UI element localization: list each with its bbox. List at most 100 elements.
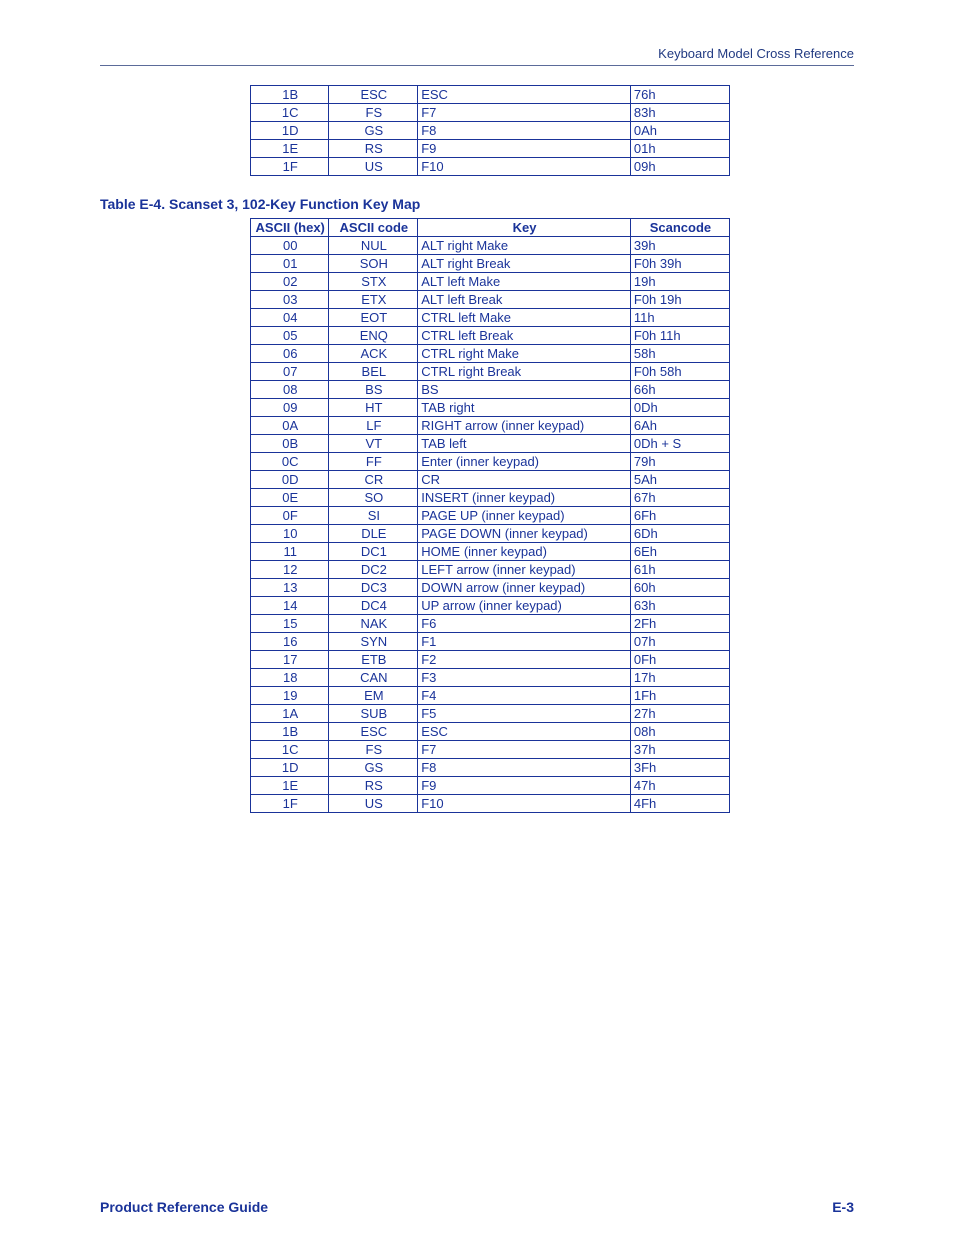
cell-code: SUB <box>329 705 418 723</box>
cell-scan: 37h <box>630 741 729 759</box>
cell-ascii: 12 <box>251 561 329 579</box>
cell-key: DOWN arrow (inner keypad) <box>418 579 631 597</box>
th-ascii-hex: ASCII (hex) <box>251 219 329 237</box>
cell-code: STX <box>329 273 418 291</box>
cell-scan: 60h <box>630 579 729 597</box>
cell-key: F5 <box>418 705 631 723</box>
cell-ascii: 17 <box>251 651 329 669</box>
table-row: 10DLEPAGE DOWN (inner keypad)6Dh <box>251 525 730 543</box>
cell-code: NAK <box>329 615 418 633</box>
caption-sep: . <box>161 196 169 212</box>
table-row: 0FSIPAGE UP (inner keypad)6Fh <box>251 507 730 525</box>
table-row: 13DC3DOWN arrow (inner keypad)60h <box>251 579 730 597</box>
main-table: ASCII (hex) ASCII code Key Scancode 00NU… <box>250 218 730 813</box>
cell-code: US <box>329 795 418 813</box>
cell-ascii: 03 <box>251 291 329 309</box>
cell-code: GS <box>329 122 418 140</box>
cell-code: DC4 <box>329 597 418 615</box>
table-row: 0DCRCR5Ah <box>251 471 730 489</box>
cell-key: ALT right Make <box>418 237 631 255</box>
cell-key: CTRL right Break <box>418 363 631 381</box>
cell-key: BS <box>418 381 631 399</box>
cell-key: TAB left <box>418 435 631 453</box>
cell-code: SOH <box>329 255 418 273</box>
cell-key: HOME (inner keypad) <box>418 543 631 561</box>
table-row: 11DC1HOME (inner keypad)6Eh <box>251 543 730 561</box>
table-row: 1ERSF947h <box>251 777 730 795</box>
cell-code: DLE <box>329 525 418 543</box>
cell-code: ETB <box>329 651 418 669</box>
table-row: 04EOTCTRL left Make11h <box>251 309 730 327</box>
cell-key: F9 <box>418 140 631 158</box>
table-row: 01SOHALT right BreakF0h 39h <box>251 255 730 273</box>
cell-scan: 5Ah <box>630 471 729 489</box>
cell-scan: 27h <box>630 705 729 723</box>
cell-scan: 19h <box>630 273 729 291</box>
running-head-text: Keyboard Model Cross Reference <box>658 46 854 61</box>
table-row: 1FUSF1009h <box>251 158 730 176</box>
cell-code: RS <box>329 777 418 795</box>
cell-code: FS <box>329 104 418 122</box>
cell-key: F2 <box>418 651 631 669</box>
table-row: 1CFSF783h <box>251 104 730 122</box>
cell-ascii: 1B <box>251 723 329 741</box>
cell-scan: 1Fh <box>630 687 729 705</box>
cell-code: EM <box>329 687 418 705</box>
footer-left: Product Reference Guide <box>100 1199 268 1215</box>
cell-ascii: 1F <box>251 158 329 176</box>
cell-ascii: 13 <box>251 579 329 597</box>
cell-code: SYN <box>329 633 418 651</box>
table-row: 03ETXALT left BreakF0h 19h <box>251 291 730 309</box>
cell-ascii: 16 <box>251 633 329 651</box>
cell-ascii: 15 <box>251 615 329 633</box>
cell-ascii: 1D <box>251 122 329 140</box>
cell-code: DC3 <box>329 579 418 597</box>
table-row: 1ASUBF527h <box>251 705 730 723</box>
table-caption: Table E-4. Scanset 3, 102-Key Function K… <box>100 196 854 212</box>
cell-ascii: 00 <box>251 237 329 255</box>
table-number: Table E-4 <box>100 196 161 212</box>
cell-ascii: 0C <box>251 453 329 471</box>
cell-ascii: 1A <box>251 705 329 723</box>
table-row: 1DGSF83Fh <box>251 759 730 777</box>
cell-ascii: 19 <box>251 687 329 705</box>
cell-ascii: 04 <box>251 309 329 327</box>
cell-scan: 39h <box>630 237 729 255</box>
cell-code: ETX <box>329 291 418 309</box>
main-table-wrap: ASCII (hex) ASCII code Key Scancode 00NU… <box>250 218 730 813</box>
cell-ascii: 01 <box>251 255 329 273</box>
cell-scan: 6Ah <box>630 417 729 435</box>
cell-scan: 3Fh <box>630 759 729 777</box>
table-row: 1BESCESC08h <box>251 723 730 741</box>
table-row: 1DGSF80Ah <box>251 122 730 140</box>
cell-code: DC2 <box>329 561 418 579</box>
table-row: 0ESOINSERT (inner keypad)67h <box>251 489 730 507</box>
cell-ascii: 14 <box>251 597 329 615</box>
cell-ascii: 1E <box>251 140 329 158</box>
cell-code: VT <box>329 435 418 453</box>
cell-code: ENQ <box>329 327 418 345</box>
cell-code: FF <box>329 453 418 471</box>
table-row: 12DC2LEFT arrow (inner keypad)61h <box>251 561 730 579</box>
table-row: 17ETBF20Fh <box>251 651 730 669</box>
th-ascii-code: ASCII code <box>329 219 418 237</box>
cell-ascii: 0D <box>251 471 329 489</box>
table-row: 19EMF41Fh <box>251 687 730 705</box>
cell-code: RS <box>329 140 418 158</box>
table-row: 05ENQCTRL left BreakF0h 11h <box>251 327 730 345</box>
table-row: 1ERSF901h <box>251 140 730 158</box>
cell-ascii: 18 <box>251 669 329 687</box>
table-row: 02STXALT left Make19h <box>251 273 730 291</box>
cell-scan: 08h <box>630 723 729 741</box>
caption-title: Scanset 3, 102-Key Function Key Map <box>169 196 420 212</box>
table-row: 00NULALT right Make39h <box>251 237 730 255</box>
cell-scan: 07h <box>630 633 729 651</box>
cell-ascii: 1E <box>251 777 329 795</box>
cell-ascii: 0E <box>251 489 329 507</box>
cell-ascii: 11 <box>251 543 329 561</box>
cell-code: SO <box>329 489 418 507</box>
cell-scan: F0h 39h <box>630 255 729 273</box>
cell-code: BS <box>329 381 418 399</box>
cell-key: F4 <box>418 687 631 705</box>
table-row: 1CFSF737h <box>251 741 730 759</box>
